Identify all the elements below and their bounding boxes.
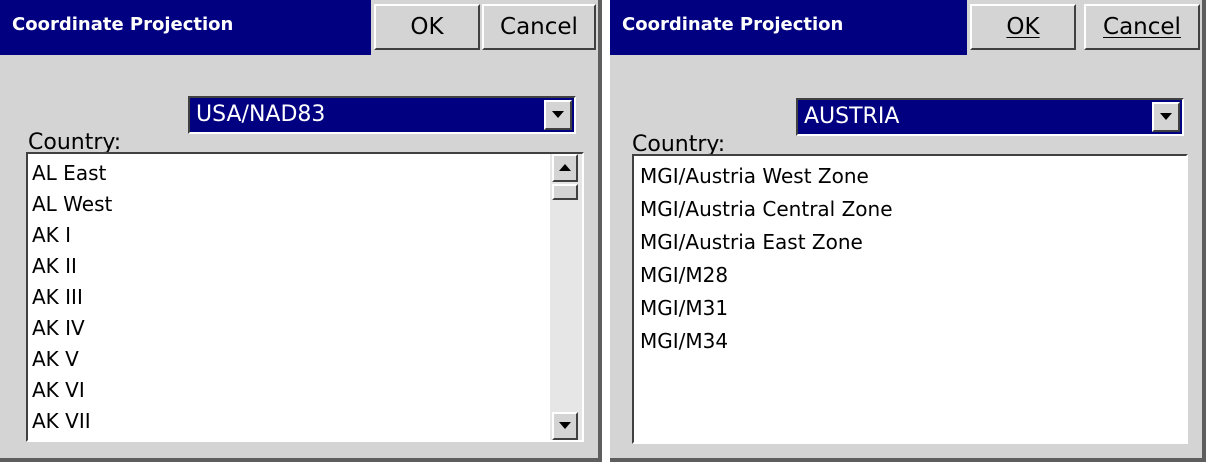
list-item[interactable]: AL East — [32, 158, 112, 189]
dialog-title: Coordinate Projection — [622, 14, 844, 35]
ok-button[interactable]: OK — [970, 4, 1076, 50]
scroll-down-button[interactable] — [552, 412, 578, 440]
projection-list: AL East AL West AK I AK II AK III AK IV AK V AK… — [32, 158, 112, 437]
country-dropdown[interactable]: USA/NAD83 — [188, 96, 576, 134]
dropdown-arrow-button[interactable] — [544, 100, 572, 130]
list-item[interactable]: MGI/M34 — [640, 325, 893, 358]
title-bar: Coordinate Projection OK Cancel — [0, 0, 598, 55]
vertical-scrollbar[interactable] — [550, 154, 582, 440]
title-bar: Coordinate Projection OK Cancel — [610, 0, 1202, 55]
list-item[interactable]: AK I — [32, 220, 112, 251]
country-dropdown[interactable]: AUSTRIA — [796, 98, 1184, 136]
ok-button-label: OK — [1006, 14, 1040, 40]
coordinate-projection-dialog-usa: Coordinate Projection OK Cancel Country:… — [0, 0, 602, 462]
ok-button-label: OK — [410, 14, 444, 40]
title-bar-background: Coordinate Projection — [0, 0, 371, 55]
screen: Coordinate Projection OK Cancel Country:… — [0, 0, 1206, 462]
list-item[interactable]: AK VI — [32, 375, 112, 406]
list-item[interactable]: AK IV — [32, 313, 112, 344]
list-item[interactable]: MGI/M28 — [640, 259, 893, 292]
list-item[interactable]: MGI/Austria West Zone — [640, 160, 893, 193]
list-item[interactable]: MGI/M31 — [640, 292, 893, 325]
scroll-up-button[interactable] — [552, 154, 578, 182]
dialog-title: Coordinate Projection — [12, 14, 234, 35]
chevron-down-icon — [1160, 113, 1172, 120]
country-dropdown-value: AUSTRIA — [804, 104, 900, 129]
cancel-button-label: Cancel — [500, 14, 578, 40]
title-bar-background: Coordinate Projection — [610, 0, 967, 55]
list-item[interactable]: AL West — [32, 189, 112, 220]
list-item[interactable]: AK II — [32, 251, 112, 282]
list-item[interactable]: MGI/Austria East Zone — [640, 226, 893, 259]
list-item[interactable]: AK VII — [32, 406, 112, 437]
list-item[interactable]: AK III — [32, 282, 112, 313]
coordinate-projection-dialog-austria: Coordinate Projection OK Cancel Country:… — [610, 0, 1206, 462]
projection-list: MGI/Austria West Zone MGI/Austria Central… — [640, 160, 893, 358]
arrow-up-icon — [559, 164, 571, 171]
scroll-thumb[interactable] — [552, 184, 578, 200]
list-item[interactable]: MGI/Austria Central Zone — [640, 193, 893, 226]
arrow-down-icon — [559, 422, 571, 429]
ok-button[interactable]: OK — [374, 4, 480, 50]
cancel-button[interactable]: Cancel — [1084, 4, 1200, 50]
dropdown-arrow-button[interactable] — [1152, 102, 1180, 132]
projection-listbox[interactable]: MGI/Austria West Zone MGI/Austria Central… — [632, 154, 1188, 444]
cancel-button[interactable]: Cancel — [482, 4, 596, 50]
country-dropdown-value: USA/NAD83 — [196, 102, 326, 127]
chevron-down-icon — [552, 111, 564, 118]
list-item[interactable]: AK V — [32, 344, 112, 375]
projection-listbox[interactable]: AL East AL West AK I AK II AK III AK IV AK V AK… — [26, 152, 584, 442]
cancel-button-label: Cancel — [1103, 14, 1181, 40]
